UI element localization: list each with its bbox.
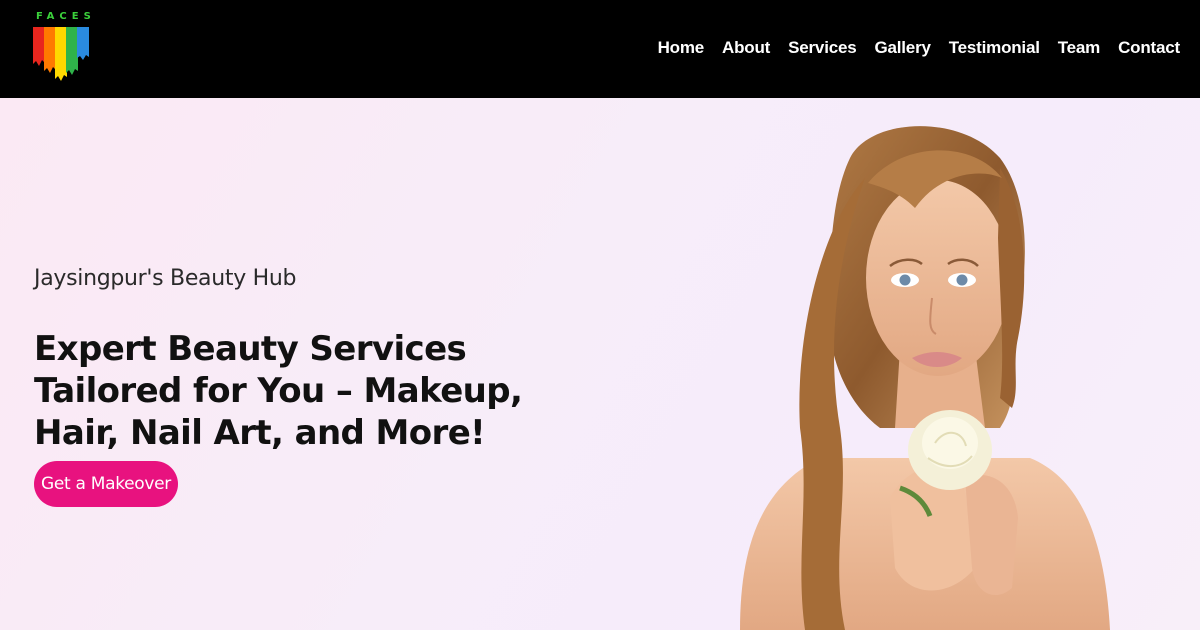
hero-section: Jaysingpur's Beauty Hub Expert Beauty Se… <box>0 98 1200 630</box>
main-nav: Home About Services Gallery Testimonial … <box>640 38 1181 58</box>
hero-tagline: Jaysingpur's Beauty Hub <box>34 266 297 291</box>
nav-link-about[interactable]: About <box>722 38 770 58</box>
nav-link-team[interactable]: Team <box>1058 38 1101 58</box>
nav-link-services[interactable]: Services <box>788 38 857 58</box>
nav-link-testimonial[interactable]: Testimonial <box>949 38 1040 58</box>
model-portrait-image <box>740 126 1110 630</box>
nav-link-contact[interactable]: Contact <box>1118 38 1180 58</box>
faces-logo[interactable]: FACES <box>33 11 95 83</box>
logo-wordmark: FACES <box>36 11 96 22</box>
nav-link-gallery[interactable]: Gallery <box>874 38 930 58</box>
hero-headline: Expert Beauty Services Tailored for You … <box>34 329 523 453</box>
get-makeover-button[interactable]: Get a Makeover <box>34 461 178 507</box>
paint-stripes-icon <box>33 27 89 81</box>
nav-link-home[interactable]: Home <box>658 38 705 58</box>
navbar: FACES Home About Services Gallery Testim… <box>0 0 1200 98</box>
